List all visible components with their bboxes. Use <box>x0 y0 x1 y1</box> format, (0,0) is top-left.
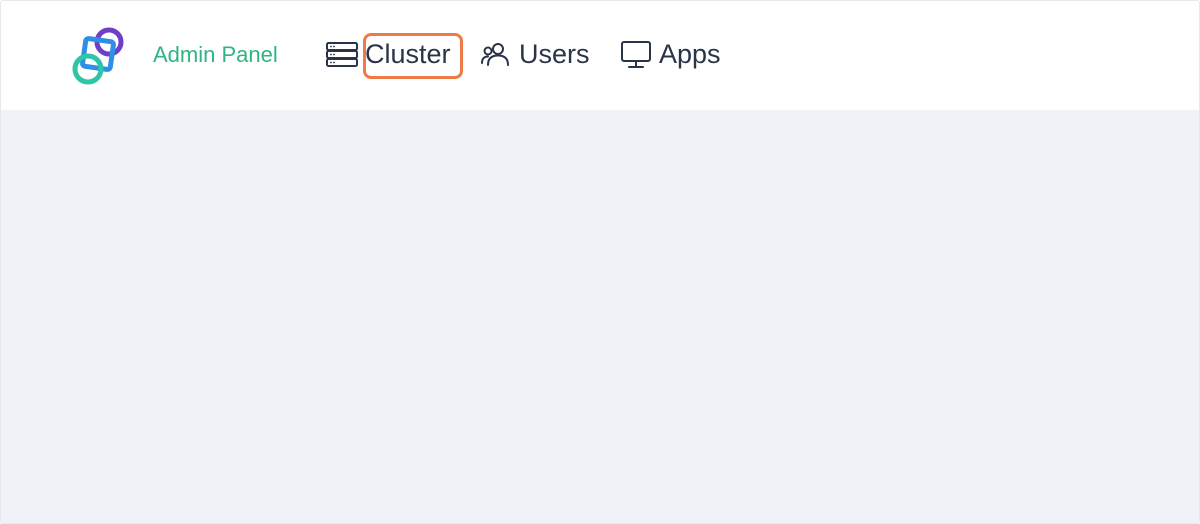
brand-title[interactable]: Admin Panel <box>153 41 278 69</box>
nav-item-cluster-label: Cluster <box>365 39 451 69</box>
nav-item-users[interactable]: Users <box>479 32 590 76</box>
server-stack-icon <box>325 37 359 71</box>
app-window: Admin Panel Cluster Users Apps <box>0 0 1200 524</box>
monitor-icon <box>619 37 653 71</box>
top-navbar: Admin Panel Cluster Users Apps <box>1 1 1199 110</box>
users-icon <box>479 37 513 71</box>
nav-item-apps-label: Apps <box>659 39 721 69</box>
brand-logo-icon[interactable] <box>69 25 129 87</box>
nav-item-users-label: Users <box>519 39 590 69</box>
nav-item-apps[interactable]: Apps <box>619 32 721 76</box>
nav-item-cluster[interactable]: Cluster <box>325 32 451 76</box>
